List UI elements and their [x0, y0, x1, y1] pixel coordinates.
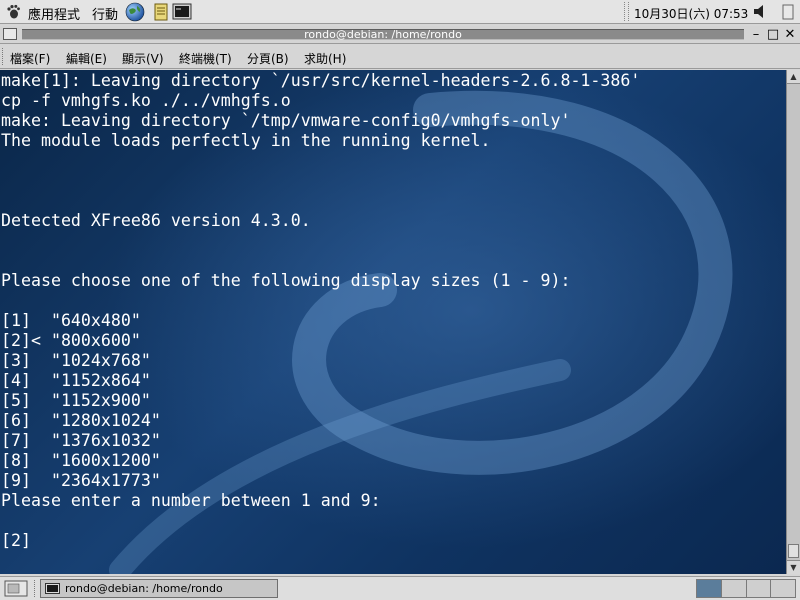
terminal-line: make: Leaving directory `/tmp/vmware-con…: [1, 111, 571, 130]
window-menu-button[interactable]: [3, 28, 17, 40]
terminal-line: [6] "1280x1024": [1, 411, 161, 430]
terminal-icon[interactable]: [172, 2, 192, 22]
terminal-line: [9] "2364x1773": [1, 471, 161, 490]
panel-hide-icon[interactable]: [782, 4, 794, 20]
terminal-line: Please choose one of the following displ…: [1, 271, 571, 290]
actions-menu[interactable]: 行動: [92, 4, 118, 23]
terminal-line: [7] "1376x1032": [1, 431, 161, 450]
taskbar-label: rondo@debian: /home/rondo: [65, 582, 223, 595]
taskbar-terminal-button[interactable]: rondo@debian: /home/rondo: [40, 579, 278, 598]
clock[interactable]: 10月30日(六) 07:53: [634, 5, 748, 22]
top-panel: 應用程式 行動 10月30日(六) 07:53: [0, 0, 800, 24]
notes-icon[interactable]: [151, 2, 171, 22]
volume-icon[interactable]: [752, 3, 768, 20]
terminal-prompt-line[interactable]: [2]: [1, 531, 640, 551]
workspace-3[interactable]: [746, 580, 772, 597]
terminal-line: [2]< "800x600": [1, 331, 141, 350]
terminal-line: cp -f vmhgfs.ko ./../vmhgfs.o: [1, 91, 291, 110]
menu-terminal[interactable]: 終端機(T): [179, 50, 232, 67]
tasklist-grip[interactable]: [34, 580, 38, 597]
terminal-line: make[1]: Leaving directory `/usr/src/ker…: [1, 71, 641, 90]
terminal-line: The module loads perfectly in the runnin…: [1, 131, 491, 150]
scroll-up-arrow-icon[interactable]: ▲: [787, 70, 800, 84]
workspace-switcher[interactable]: [696, 579, 796, 598]
terminal-line: [4] "1152x864": [1, 371, 151, 390]
panel-separator: [624, 2, 629, 21]
terminal-line: Detected XFree86 version 4.3.0.: [1, 211, 311, 230]
window-titlebar[interactable]: rondo@debian: /home/rondo – □ ✕: [0, 26, 800, 44]
show-desktop-icon[interactable]: [4, 580, 28, 597]
window-title: rondo@debian: /home/rondo: [304, 28, 462, 41]
workspace-1[interactable]: [697, 580, 722, 597]
terminal-output: make[1]: Leaving directory `/usr/src/ker…: [1, 71, 640, 551]
applications-menu[interactable]: 應用程式: [28, 4, 80, 23]
menubar-grip[interactable]: [2, 48, 6, 65]
terminal-window-icon: [45, 583, 60, 594]
bottom-panel: rondo@debian: /home/rondo: [0, 576, 800, 600]
workspace-2[interactable]: [721, 580, 747, 597]
scroll-down-arrow-icon[interactable]: ▼: [787, 560, 800, 574]
menu-view[interactable]: 顯示(V): [122, 50, 164, 67]
terminal-line: [3] "1024x768": [1, 351, 151, 370]
maximize-button[interactable]: □: [766, 27, 780, 42]
web-browser-icon[interactable]: [125, 2, 145, 22]
terminal-line: Please enter a number between 1 and 9:: [1, 491, 381, 510]
menu-edit[interactable]: 編輯(E): [66, 50, 107, 67]
scroll-thumb[interactable]: [788, 544, 799, 558]
terminal-area[interactable]: make[1]: Leaving directory `/usr/src/ker…: [0, 70, 786, 574]
menu-tabs[interactable]: 分頁(B): [247, 50, 289, 67]
menu-help[interactable]: 求助(H): [304, 50, 346, 67]
foot-icon[interactable]: [6, 4, 20, 19]
terminal-scrollbar[interactable]: ▲ ▼: [786, 70, 800, 574]
workspace-4[interactable]: [771, 580, 795, 597]
terminal-line: [1] "640x480": [1, 311, 141, 330]
minimize-button[interactable]: –: [749, 27, 763, 42]
terminal-line: [8] "1600x1200": [1, 451, 161, 470]
close-button[interactable]: ✕: [783, 27, 797, 42]
menu-file[interactable]: 檔案(F): [10, 50, 50, 67]
terminal-line: [5] "1152x900": [1, 391, 151, 410]
terminal-menubar: 檔案(F) 編輯(E) 顯示(V) 終端機(T) 分頁(B) 求助(H): [0, 45, 800, 69]
